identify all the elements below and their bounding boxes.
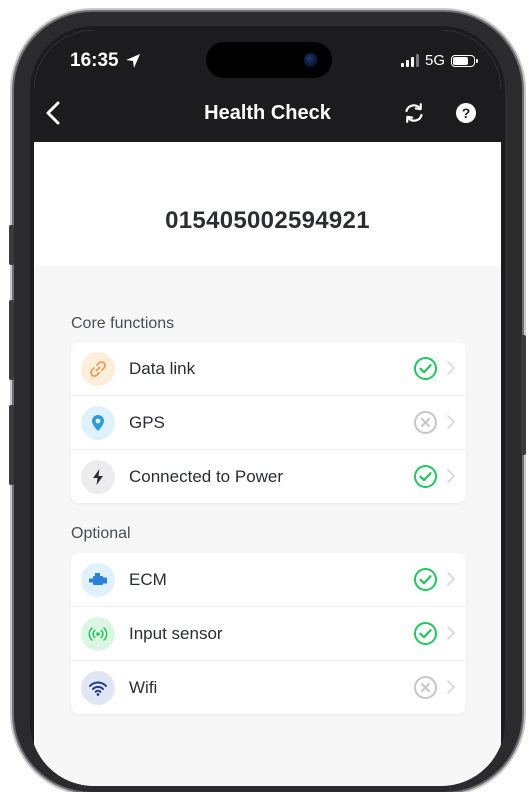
check-label: ECM <box>129 569 167 589</box>
battery-icon <box>451 54 478 67</box>
check-fail-icon <box>414 676 437 699</box>
chevron-right-icon <box>447 572 455 586</box>
link-icon <box>81 352 115 386</box>
phone-bezel: 16:35 5G Health Check ? 015405002594921 … <box>30 26 505 786</box>
location-pin-icon <box>81 406 115 440</box>
check-row-ecm[interactable]: ECM <box>71 553 466 607</box>
check-label: Connected to Power <box>129 466 284 486</box>
optional-card: ECM Input sensor Wifi <box>71 553 466 714</box>
volume-down-button <box>9 405 14 485</box>
refresh-icon <box>405 103 423 123</box>
screen: 16:35 5G Health Check ? 015405002594921 … <box>34 30 501 786</box>
check-label: Wifi <box>129 677 158 697</box>
silent-switch <box>9 225 14 265</box>
page-title: Health Check <box>204 102 331 124</box>
signal-icon <box>400 54 419 67</box>
device-id-card: 015405002594921 <box>34 142 501 266</box>
question-circle-icon: ? <box>456 103 476 123</box>
power-button <box>521 335 526 455</box>
chevron-right-icon <box>447 469 455 483</box>
network-label: 5G <box>424 52 445 69</box>
check-row-data-link[interactable]: Data link <box>71 342 466 396</box>
check-ok-icon <box>414 622 437 645</box>
status-indicators: 5G <box>400 52 478 69</box>
sensor-signal-icon <box>81 617 115 651</box>
check-row-wifi[interactable]: Wifi <box>71 661 466 714</box>
lightning-bolt-icon <box>81 460 115 494</box>
engine-icon <box>81 563 115 597</box>
health-check-content: Core functions Data link GPS Connected t… <box>34 268 501 786</box>
section-label-optional: Optional <box>71 525 131 542</box>
svg-text:?: ? <box>462 105 471 121</box>
clock-text: 16:35 <box>70 50 119 71</box>
status-time: 16:35 <box>70 50 141 72</box>
core-functions-card: Data link GPS Connected to Power <box>71 342 466 503</box>
app-header: 16:35 5G Health Check ? <box>34 30 501 142</box>
chevron-right-icon <box>447 415 455 429</box>
help-button[interactable]: ? <box>454 100 478 126</box>
location-arrow-icon <box>125 54 140 68</box>
check-row-gps[interactable]: GPS <box>71 396 466 450</box>
check-label: GPS <box>129 412 165 432</box>
check-fail-icon <box>414 411 437 434</box>
check-ok-icon <box>414 357 437 380</box>
check-row-input-sensor[interactable]: Input sensor <box>71 607 466 661</box>
refresh-button[interactable] <box>402 100 426 126</box>
check-label: Input sensor <box>129 623 223 643</box>
device-id: 015405002594921 <box>165 207 370 234</box>
check-ok-icon <box>414 568 437 591</box>
check-row-connected-to-power[interactable]: Connected to Power <box>71 450 466 503</box>
chevron-right-icon <box>447 680 455 694</box>
camera-icon <box>304 53 318 67</box>
section-label-core-functions: Core functions <box>71 315 175 332</box>
chevron-right-icon <box>447 361 455 375</box>
dynamic-island <box>206 42 332 78</box>
check-ok-icon <box>414 465 437 488</box>
volume-up-button <box>9 300 14 380</box>
wifi-icon <box>81 671 115 705</box>
check-label: Data link <box>129 358 196 378</box>
chevron-right-icon <box>447 626 455 640</box>
